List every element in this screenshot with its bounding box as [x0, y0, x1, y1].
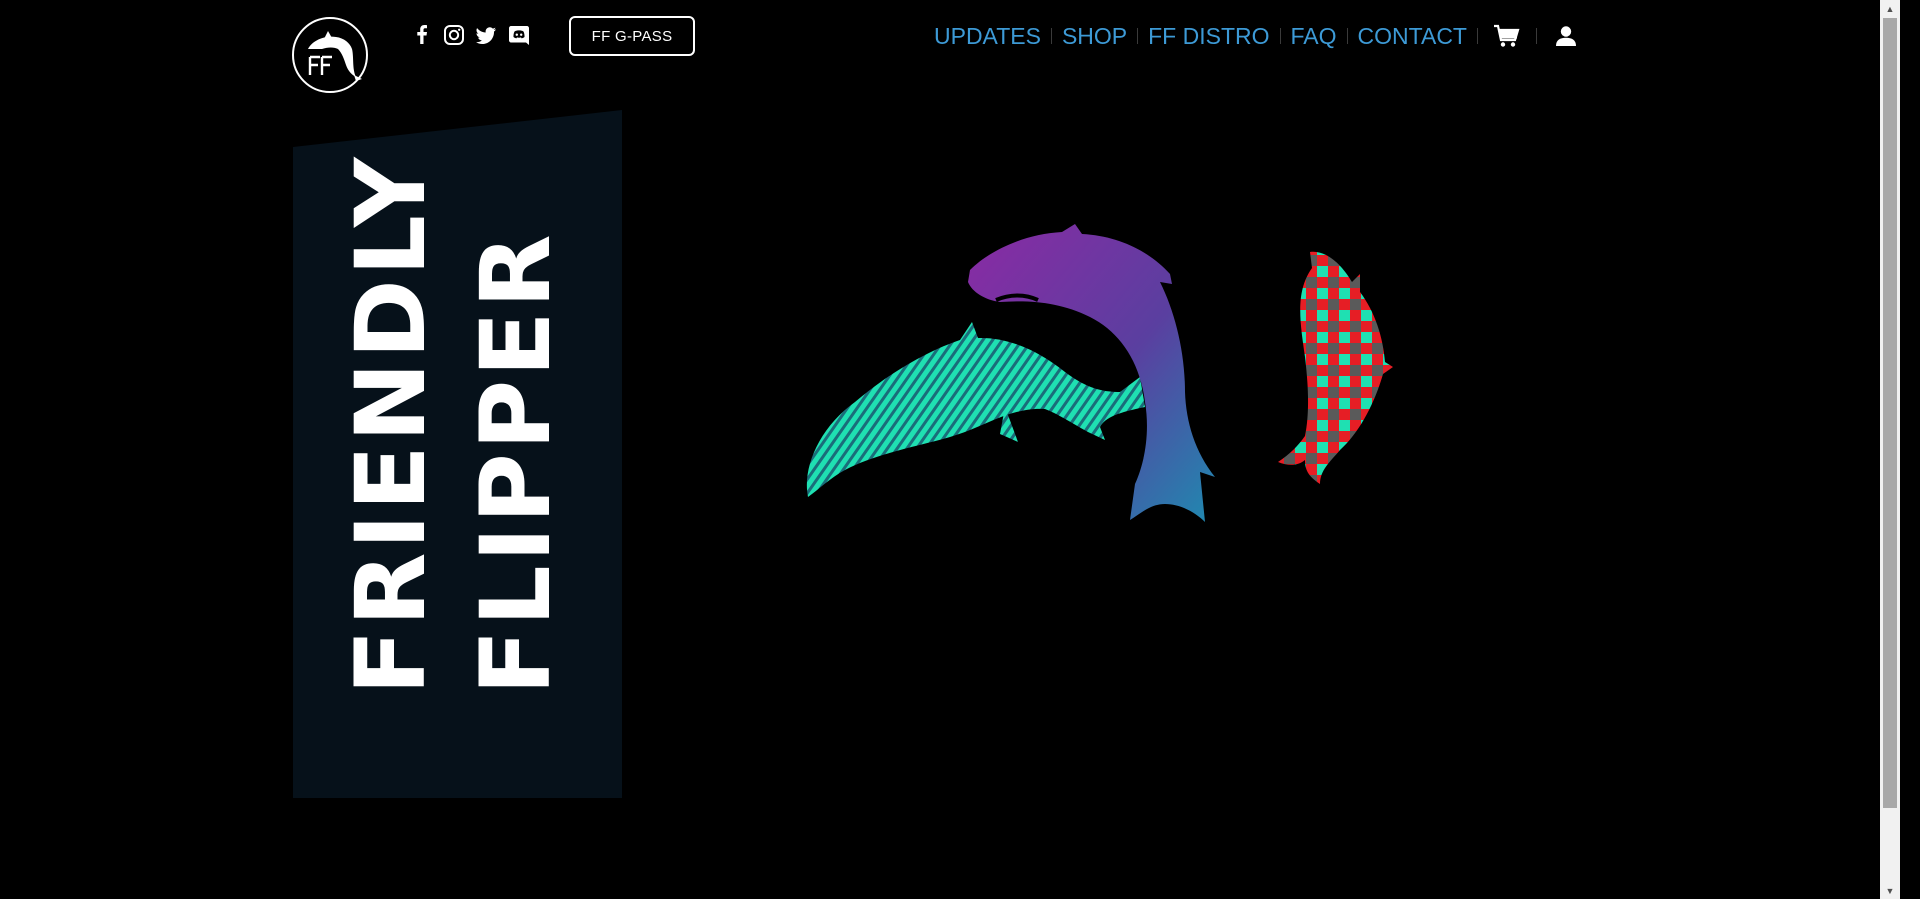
nav-faq[interactable]: FAQ	[1281, 20, 1347, 52]
hero-title: FRIENDLY FLIPPER	[293, 110, 622, 798]
user-icon[interactable]	[1551, 20, 1581, 52]
ff-gpass-button[interactable]: FF G-PASS	[569, 16, 695, 56]
main-nav: UPDATES SHOP FF DISTRO FAQ CONTACT	[924, 20, 1595, 52]
cart-icon[interactable]	[1492, 20, 1522, 52]
scroll-up-arrow-icon[interactable]: ▲	[1880, 0, 1900, 17]
nav-divider	[1535, 28, 1537, 44]
discord-icon[interactable]	[506, 22, 532, 48]
hero-banner: FRIENDLY FLIPPER	[293, 110, 622, 798]
facebook-icon[interactable]	[409, 22, 435, 48]
nav-ff-distro[interactable]: FF DISTRO	[1138, 20, 1279, 52]
green-dolphin	[806, 322, 1145, 497]
ff-dolphin-logo-icon[interactable]	[292, 17, 368, 93]
scroll-down-arrow-icon[interactable]: ▼	[1880, 882, 1900, 899]
dolphins-artwork	[806, 224, 1393, 522]
nav-updates[interactable]: UPDATES	[924, 20, 1051, 52]
hero-title-line2: FLIPPER	[460, 231, 572, 695]
nav-contact[interactable]: CONTACT	[1348, 20, 1477, 52]
nav-shop[interactable]: SHOP	[1052, 20, 1137, 52]
hero-title-line1: FRIENDLY	[335, 154, 447, 695]
twitter-icon[interactable]	[473, 22, 499, 48]
red-dolphin	[1278, 251, 1393, 484]
page: FF G-PASS UPDATES SHOP FF DISTRO FAQ CON…	[0, 0, 1900, 899]
scrollbar[interactable]: ▲ ▼	[1880, 0, 1900, 899]
instagram-icon[interactable]	[441, 22, 467, 48]
scroll-thumb[interactable]	[1883, 18, 1897, 808]
nav-divider	[1476, 28, 1478, 44]
